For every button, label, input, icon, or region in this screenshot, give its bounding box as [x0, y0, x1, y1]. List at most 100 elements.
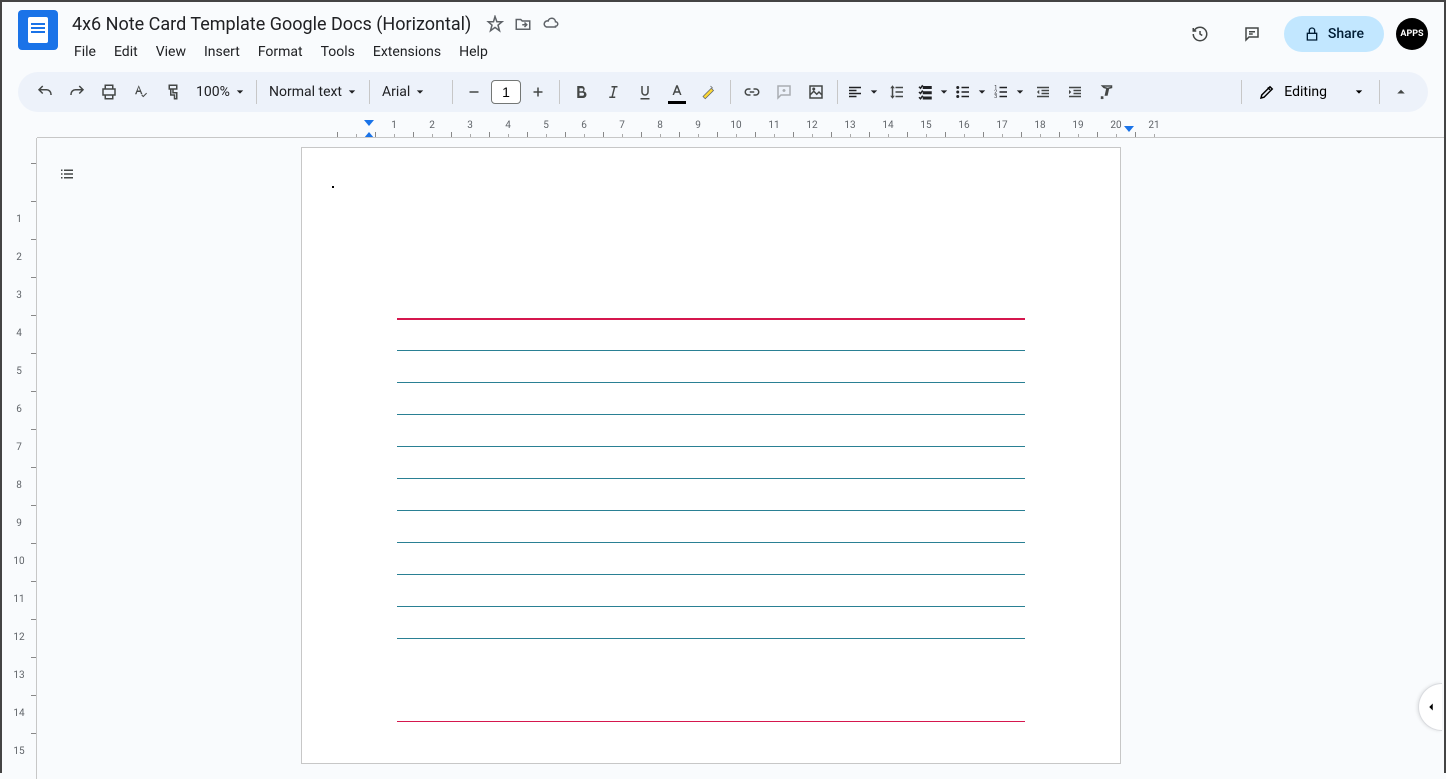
history-icon[interactable] [1180, 14, 1220, 54]
ruler-tick: 1 [375, 120, 413, 137]
card-blue-line [397, 542, 1025, 543]
align-dropdown[interactable] [844, 79, 880, 105]
ruler-tick: 20 [1097, 120, 1135, 137]
docs-home-icon[interactable] [18, 10, 58, 50]
separator [452, 80, 453, 104]
cloud-status-icon[interactable] [541, 14, 561, 34]
card-bottom-red-line [397, 721, 1025, 723]
header-main: 4x6 Note Card Template Google Docs (Hori… [66, 10, 1180, 64]
vertical-ruler[interactable]: 123456789101112131415 [2, 138, 37, 779]
card-blue-line [397, 574, 1025, 575]
ruler-tick: 8 [641, 120, 679, 137]
bullet-list-dropdown[interactable] [952, 79, 988, 105]
ruler-tick: 5 [527, 120, 565, 137]
menu-insert[interactable]: Insert [196, 40, 248, 64]
comments-icon[interactable] [1232, 14, 1272, 54]
ruler-tick: 9 [2, 505, 36, 543]
separator [837, 80, 838, 104]
clear-formatting-button[interactable] [1092, 77, 1122, 107]
menu-edit[interactable]: Edit [106, 40, 146, 64]
numbered-list-dropdown[interactable]: 123 [990, 79, 1026, 105]
decrease-font-button[interactable] [459, 77, 489, 107]
text-color-button[interactable] [662, 77, 692, 107]
menu-help[interactable]: Help [451, 40, 496, 64]
ruler-tick: 5 [2, 353, 36, 391]
ruler-tick: 14 [2, 695, 36, 733]
collapse-toolbar-button[interactable] [1386, 77, 1416, 107]
ruler-tick: 19 [1059, 120, 1097, 137]
chevron-down-icon [978, 88, 986, 96]
spellcheck-button[interactable] [126, 77, 156, 107]
menu-file[interactable]: File [66, 40, 104, 64]
chevron-left-icon [1424, 700, 1438, 714]
print-button[interactable] [94, 77, 124, 107]
paint-format-button[interactable] [158, 77, 188, 107]
font-value: Arial [382, 84, 410, 100]
menu-view[interactable]: View [148, 40, 194, 64]
ruler-tick: 2 [2, 239, 36, 277]
editing-mode-dropdown[interactable]: Editing [1248, 77, 1373, 107]
editing-label: Editing [1284, 84, 1327, 100]
card-blue-line [397, 478, 1025, 479]
card-top-red-line [397, 318, 1025, 320]
undo-button[interactable] [30, 77, 60, 107]
checklist-dropdown[interactable] [914, 79, 950, 105]
redo-button[interactable] [62, 77, 92, 107]
ruler-tick: 15 [907, 120, 945, 137]
card-blue-line [397, 510, 1025, 511]
menu-extensions[interactable]: Extensions [365, 40, 449, 64]
svg-text:3: 3 [994, 94, 997, 100]
menu-format[interactable]: Format [250, 40, 311, 64]
zoom-dropdown[interactable]: 100% [190, 80, 250, 104]
pencil-icon [1258, 83, 1276, 101]
line-spacing-button[interactable] [882, 77, 912, 107]
document-title[interactable]: 4x6 Note Card Template Google Docs (Hori… [66, 12, 477, 37]
ruler-tick: 3 [451, 120, 489, 137]
ruler-tick [2, 163, 36, 201]
font-size-input[interactable] [491, 80, 521, 104]
star-icon[interactable] [485, 14, 505, 34]
ruler-tick: 4 [2, 315, 36, 353]
chevron-down-icon [870, 88, 878, 96]
insert-image-button[interactable] [801, 77, 831, 107]
horizontal-ruler[interactable]: 123456789101112131415161718192021 [37, 120, 1444, 138]
chevron-down-icon [1355, 88, 1363, 96]
outline-toggle-button[interactable] [49, 156, 85, 192]
menu-tools[interactable]: Tools [313, 40, 363, 64]
chevron-down-icon [1016, 88, 1024, 96]
card-blue-line [397, 638, 1025, 639]
ruler-tick: 10 [2, 543, 36, 581]
title-row: 4x6 Note Card Template Google Docs (Hori… [66, 10, 1180, 38]
ruler-tick: 15 [2, 733, 36, 771]
menu-bar: File Edit View Insert Format Tools Exten… [66, 40, 1180, 64]
ruler-tick: 12 [2, 619, 36, 657]
ruler-tick: 8 [2, 467, 36, 505]
paragraph-style-dropdown[interactable]: Normal text [263, 80, 363, 104]
bold-button[interactable] [566, 77, 596, 107]
separator [559, 80, 560, 104]
chevron-down-icon [416, 88, 424, 96]
header-right: Share APPS [1180, 10, 1428, 54]
share-button[interactable]: Share [1284, 16, 1384, 52]
avatar-text: APPS [1400, 29, 1423, 39]
font-dropdown[interactable]: Arial [376, 80, 446, 104]
italic-button[interactable] [598, 77, 628, 107]
highlight-button[interactable] [694, 77, 724, 107]
account-avatar[interactable]: APPS [1396, 18, 1428, 50]
decrease-indent-button[interactable] [1028, 77, 1058, 107]
ruler-tick: 3 [2, 277, 36, 315]
ruler-tick: 13 [831, 120, 869, 137]
chevron-down-icon [940, 88, 948, 96]
ruler-tick: 18 [1021, 120, 1059, 137]
underline-button[interactable] [630, 77, 660, 107]
insert-link-button[interactable] [737, 77, 767, 107]
increase-indent-button[interactable] [1060, 77, 1090, 107]
ruler-tick: 2 [413, 120, 451, 137]
document-canvas[interactable] [37, 138, 1444, 779]
add-comment-button[interactable] [769, 77, 799, 107]
document-page[interactable] [302, 148, 1120, 763]
increase-font-button[interactable] [523, 77, 553, 107]
move-icon[interactable] [513, 14, 533, 34]
ruler-tick: 12 [793, 120, 831, 137]
ruler-tick: 6 [2, 391, 36, 429]
